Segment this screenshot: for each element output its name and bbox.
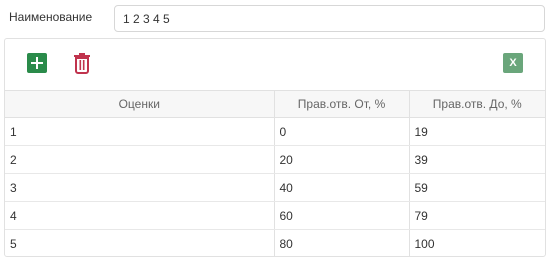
from-cell[interactable]: 20	[274, 145, 410, 174]
to-cell[interactable]: 100	[409, 230, 545, 258]
grid-toolbar: X	[5, 39, 545, 90]
to-cell[interactable]: 79	[409, 201, 545, 230]
grades-table: Оценки Прав.отв. От, % Прав.отв. До, % 1…	[5, 90, 545, 257]
table-row[interactable]: 2 20 39	[5, 145, 545, 174]
table-row[interactable]: 3 40 59	[5, 173, 545, 202]
excel-export-icon: X	[509, 57, 517, 69]
from-cell[interactable]: 60	[274, 201, 410, 230]
grade-cell[interactable]: 1	[5, 117, 275, 146]
name-input[interactable]	[114, 5, 545, 32]
column-header-to[interactable]: Прав.отв. До, %	[409, 90, 545, 118]
grade-cell[interactable]: 4	[5, 201, 275, 230]
excel-export-button[interactable]: X	[503, 53, 523, 73]
table-row[interactable]: 4 60 79	[5, 201, 545, 230]
delete-row-button[interactable]	[72, 52, 92, 74]
grade-cell[interactable]: 2	[5, 145, 275, 174]
to-cell[interactable]: 59	[409, 173, 545, 202]
plus-icon	[31, 57, 43, 69]
grade-cell[interactable]: 3	[5, 173, 275, 202]
add-row-button[interactable]	[27, 53, 47, 73]
from-cell[interactable]: 80	[274, 229, 410, 257]
column-header-from[interactable]: Прав.отв. От, %	[274, 90, 410, 118]
to-cell[interactable]: 39	[409, 145, 545, 174]
name-label: Наименование	[9, 10, 93, 24]
table-row[interactable]: 5 80 100	[5, 229, 545, 258]
column-header-grade[interactable]: Оценки	[5, 90, 275, 118]
from-cell[interactable]: 0	[274, 117, 410, 146]
from-cell[interactable]: 40	[274, 173, 410, 202]
table-header-row: Оценки Прав.отв. От, % Прав.отв. До, %	[5, 90, 545, 118]
grades-panel: X Оценки Прав.отв. От, % Прав.отв. До, %…	[4, 38, 546, 257]
grade-cell[interactable]: 5	[5, 229, 275, 257]
to-cell[interactable]: 19	[409, 117, 545, 146]
trash-icon	[74, 53, 90, 74]
table-row[interactable]: 1 0 19	[5, 117, 545, 146]
